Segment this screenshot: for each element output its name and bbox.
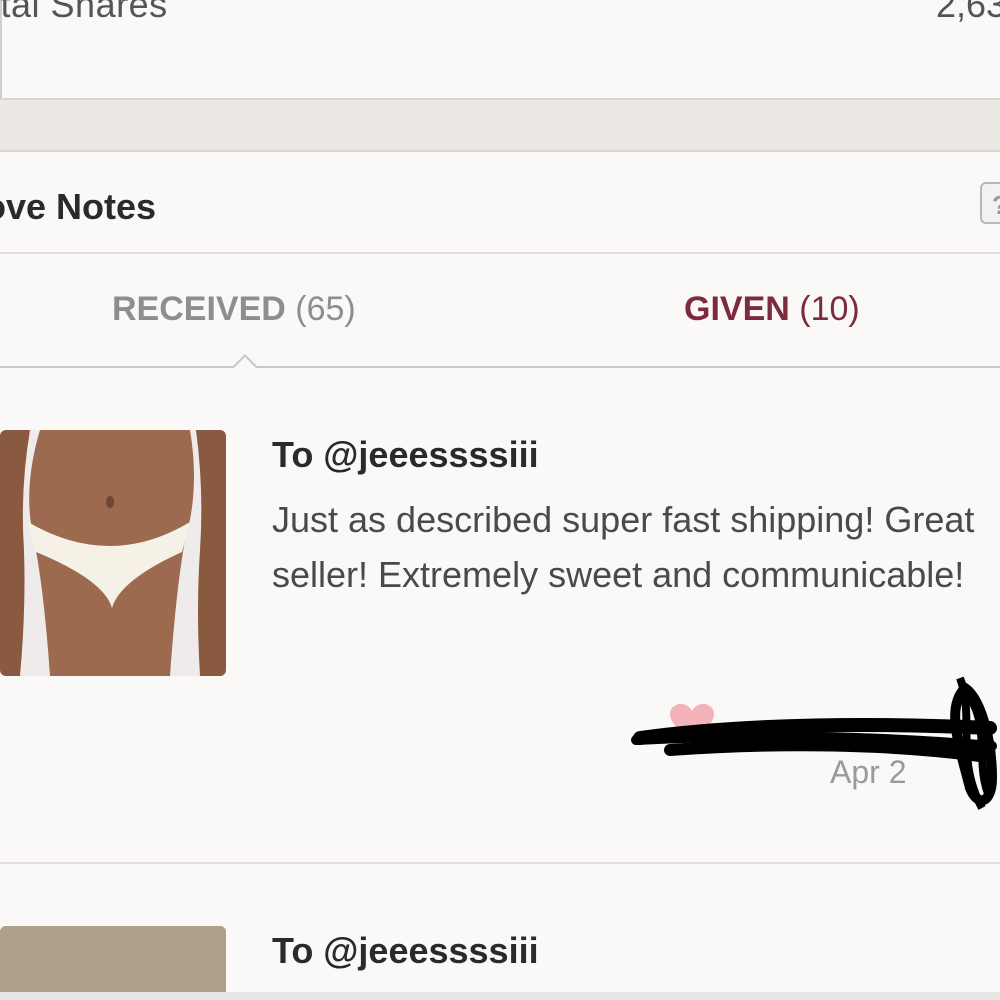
listing-thumbnail[interactable]	[0, 430, 226, 676]
note-recipient[interactable]: To @jeeessssiii	[272, 434, 539, 476]
total-shares-value: 2,63	[936, 0, 1000, 25]
listing-photo-image	[0, 926, 226, 1000]
love-notes-tabs: RECEIVED (65) GIVEN (10)	[0, 254, 1000, 366]
note-message: Just as described super fast shipping! G…	[272, 499, 975, 595]
tab-received-label: RECEIVED	[112, 290, 286, 328]
listing-thumbnail[interactable]	[0, 926, 226, 1000]
bottom-edge	[0, 992, 1000, 1000]
tab-received[interactable]: RECEIVED (65)	[112, 290, 356, 329]
total-shares-row: otal Shares 2,63	[0, 0, 1000, 98]
love-notes-header: ove Notes	[0, 150, 1000, 254]
closet-stats-page: otal Shares 2,63 ove Notes ? RECEIVED (6…	[0, 0, 1000, 1000]
tab-received-count: (65)	[295, 290, 356, 328]
tab-given-label: GIVEN	[684, 290, 790, 328]
love-note-item[interactable]: To @jeeessssiii	[0, 864, 1000, 1000]
love-notes-title: ove Notes	[0, 186, 157, 227]
note-date: Apr 2	[830, 754, 907, 790]
total-shares-label: otal Shares	[0, 0, 168, 25]
tab-given[interactable]: GIVEN (10)	[684, 290, 860, 329]
active-tab-caret-fill	[234, 357, 256, 368]
love-note-item[interactable]: To @jeeessssiii Just as described super …	[0, 368, 1000, 864]
listing-photo-image	[0, 430, 226, 676]
section-divider	[0, 98, 1000, 152]
help-button[interactable]: ?	[980, 182, 1000, 224]
redaction-scribble	[631, 676, 998, 810]
tab-given-count: (10)	[799, 290, 860, 328]
note-recipient[interactable]: To @jeeessssiii	[272, 930, 539, 972]
